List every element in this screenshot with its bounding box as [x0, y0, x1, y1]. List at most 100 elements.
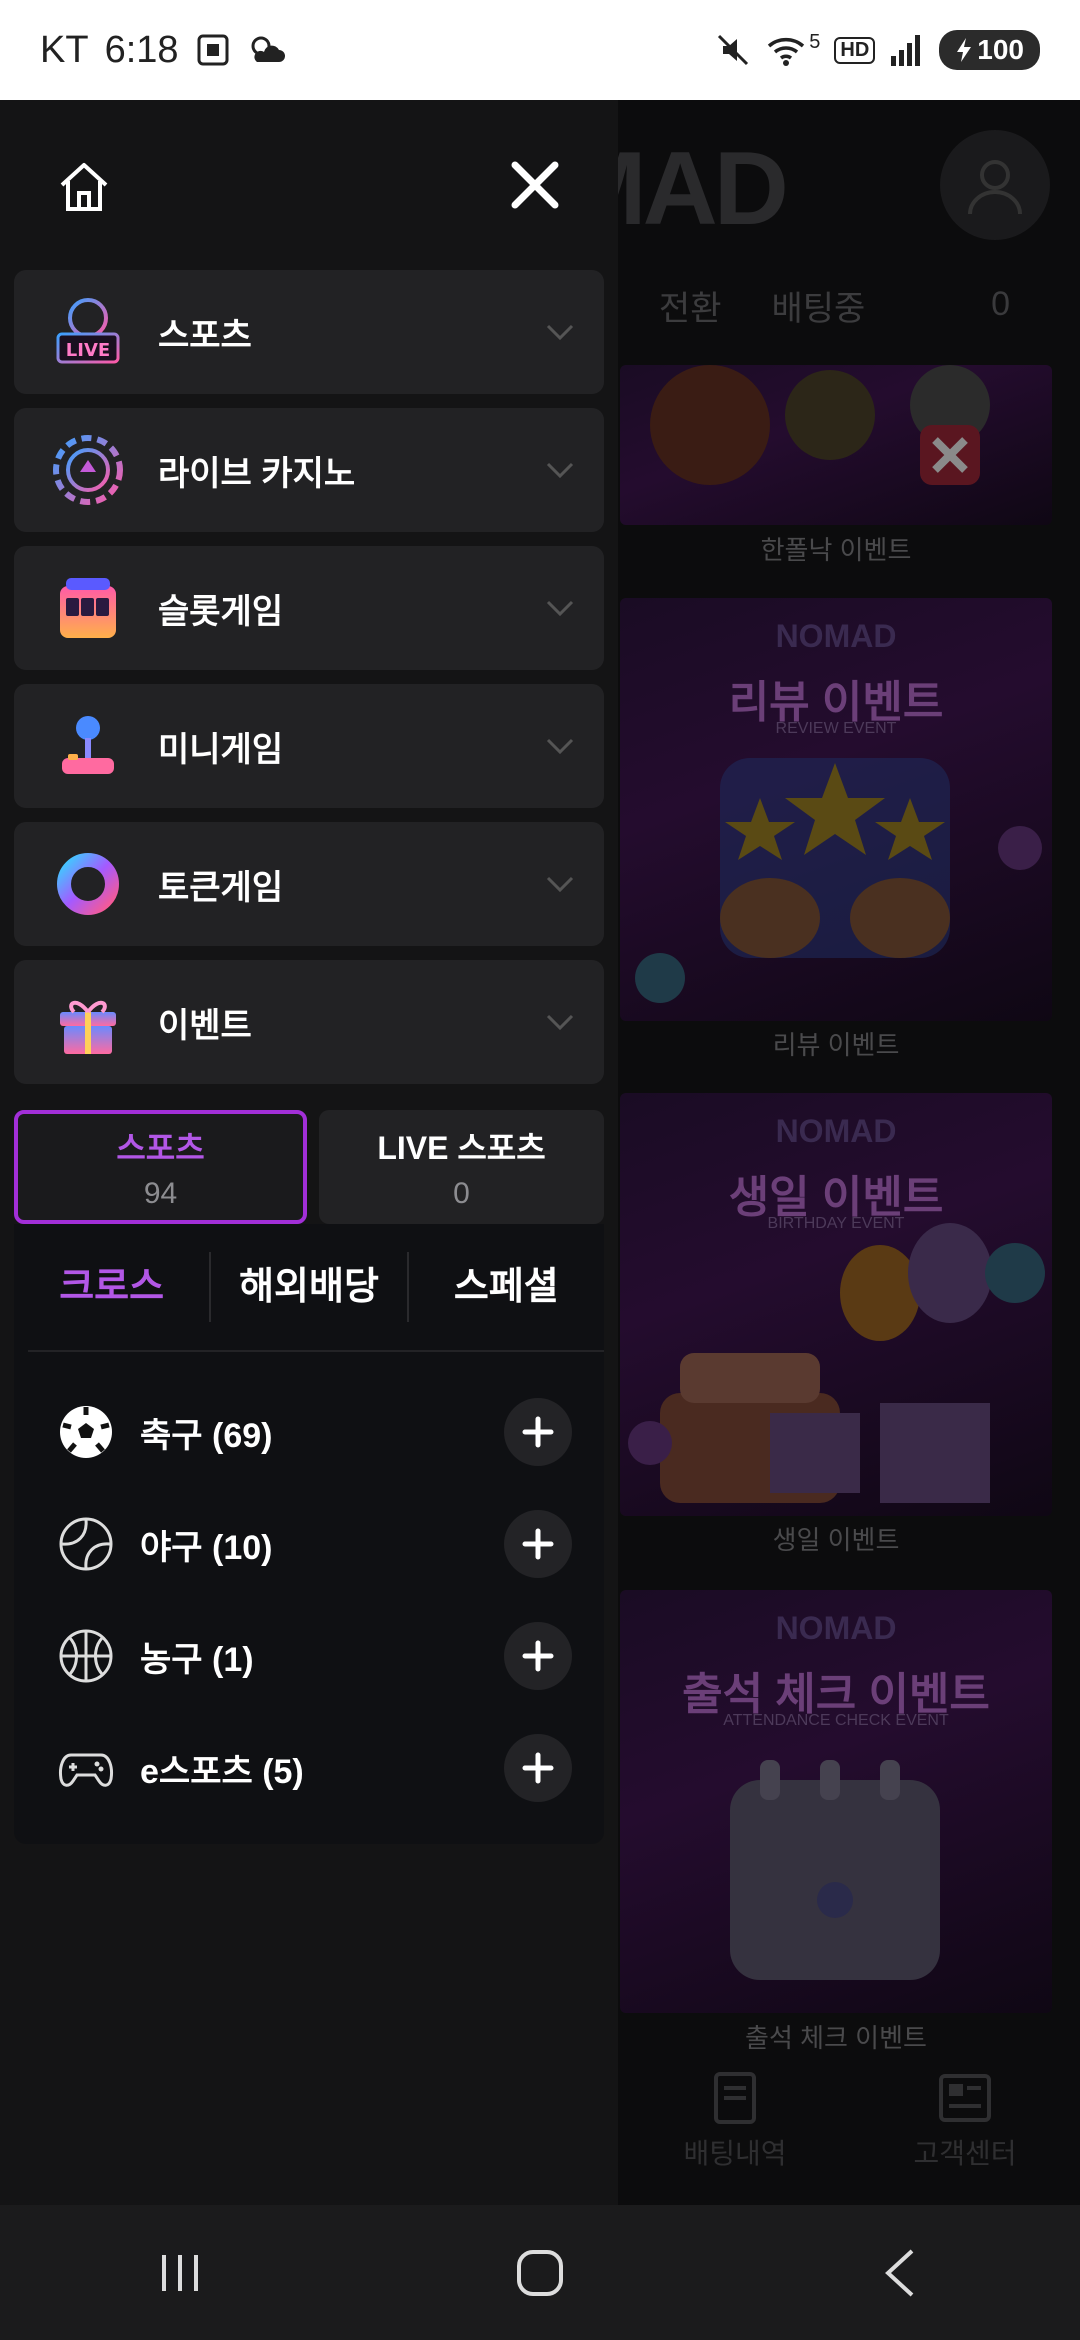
menu-item-label: 슬롯게임	[158, 592, 284, 631]
plus-icon	[522, 1640, 554, 1672]
sport-label: 농구 (1)	[140, 1640, 254, 1679]
screen: KT 6:18 5 HD 100 MAD 전환 배팅중 0 한폴낙 이벤트 NO…	[0, 0, 1080, 2340]
menu-item-live-casino[interactable]: 라이브 카지노	[14, 408, 604, 532]
home-circle-icon	[517, 2249, 563, 2296]
divider	[28, 1350, 604, 1352]
event-banner: NOMAD 생일 이벤트 BIRTHDAY EVENT	[620, 1093, 1052, 1516]
side-drawer: LIVE 스포츠 라이브 카지노 슬롯게임 미니게임 토큰게임 이벤트 스포츠 …	[0, 100, 618, 2205]
calendar-image	[730, 1760, 940, 1980]
bg-nav-history: 배팅내역	[683, 2070, 787, 2205]
bg-tab: 전환	[658, 289, 722, 328]
tab-count: 0	[453, 1177, 470, 1210]
menu-item-label: 미니게임	[158, 730, 284, 769]
tab-label: 스포츠	[116, 1130, 205, 1166]
menu-item-events[interactable]: 이벤트	[14, 960, 604, 1084]
baseball-icon	[56, 1514, 116, 1574]
screenshot-icon	[195, 32, 231, 68]
event-banner	[620, 365, 1052, 525]
home-button[interactable]	[52, 155, 116, 219]
close-button[interactable]	[505, 155, 565, 215]
wifi-icon	[765, 32, 809, 68]
bg-nav-label: 배팅내역	[683, 2138, 787, 2169]
sport-tabs: 스포츠 94 LIVE 스포츠 0	[14, 1110, 604, 1224]
recent-apps-button[interactable]	[120, 2233, 240, 2313]
charging-bolt-icon	[957, 38, 972, 62]
menu-item-sports[interactable]: LIVE 스포츠	[14, 270, 604, 394]
plus-icon	[522, 1416, 554, 1448]
expand-button[interactable]	[504, 1622, 572, 1690]
gift-icon	[52, 986, 124, 1058]
event-caption: 출석 체크 이벤트	[745, 2023, 927, 2053]
subtab-special[interactable]: 스페셜	[409, 1252, 604, 1322]
recent-apps-icon	[162, 2254, 198, 2291]
menu-item-label: 스포츠	[158, 316, 252, 355]
tab-sports[interactable]: 스포츠 94	[14, 1110, 307, 1224]
expand-button[interactable]	[504, 1510, 572, 1578]
sports-balls-image	[650, 365, 990, 485]
receipt-icon	[713, 2072, 756, 2124]
battery-indicator: 100	[939, 30, 1040, 70]
subtab-overseas-odds[interactable]: 해외배당	[211, 1252, 409, 1322]
battery-level: 100	[977, 34, 1024, 65]
menu-item-token-games[interactable]: 토큰게임	[14, 822, 604, 946]
menu-item-slot-games[interactable]: 슬롯게임	[14, 546, 604, 670]
chevron-down-icon	[542, 314, 578, 350]
status-bar-left: KT 6:18	[40, 29, 287, 72]
expand-button[interactable]	[504, 1734, 572, 1802]
sport-row-soccer[interactable]: 축구 (69)	[14, 1382, 604, 1482]
chevron-down-icon	[542, 1004, 578, 1040]
weather-icon	[247, 32, 287, 68]
news-icon	[938, 2074, 991, 2122]
event-banner: NOMAD 출석 체크 이벤트 ATTENDANCE CHECK EVENT	[620, 1590, 1052, 2013]
bg-tab-count: 0	[991, 285, 1010, 323]
menu-item-label: 이벤트	[158, 1006, 252, 1045]
review-stars-image	[635, 758, 1042, 1003]
event-banner: NOMAD 리뷰 이벤트 REVIEW EVENT	[620, 598, 1052, 1021]
home-icon	[60, 163, 108, 211]
plus-icon	[522, 1528, 554, 1560]
sport-label: 축구 (69)	[140, 1416, 273, 1455]
event-caption: 생일 이벤트	[772, 1525, 900, 1555]
bg-tab: 배팅중	[771, 289, 866, 328]
menu-item-label: 토큰게임	[158, 868, 284, 907]
clock: 6:18	[104, 28, 179, 71]
birthday-cake-image	[628, 1223, 1045, 1503]
soccer-ball-icon	[56, 1402, 116, 1462]
sport-row-esports[interactable]: e스포츠 (5)	[14, 1718, 604, 1818]
subtab-cross[interactable]: 크로스	[14, 1252, 212, 1322]
bg-nav-label: 고객센터	[913, 2138, 1017, 2169]
wifi-band-label: 5	[809, 30, 821, 53]
sport-label: 야구 (10)	[140, 1528, 273, 1567]
sport-row-baseball[interactable]: 야구 (10)	[14, 1494, 604, 1594]
menu-item-label: 라이브 카지노	[158, 454, 356, 493]
casino-chip-icon	[52, 434, 124, 506]
home-nav-button[interactable]	[480, 2233, 600, 2313]
joystick-icon	[52, 710, 124, 782]
back-button[interactable]	[840, 2233, 960, 2313]
expand-button[interactable]	[504, 1398, 572, 1466]
tab-live-sports[interactable]: LIVE 스포츠 0	[319, 1110, 604, 1224]
system-nav-bar	[0, 2205, 1080, 2340]
sport-row-basketball[interactable]: 농구 (1)	[14, 1606, 604, 1706]
tab-label: LIVE 스포츠	[377, 1130, 546, 1166]
basketball-icon	[56, 1626, 116, 1686]
chevron-down-icon	[542, 452, 578, 488]
svg-text:LIVE: LIVE	[66, 340, 110, 361]
back-icon	[885, 2249, 914, 2296]
live-sports-icon: LIVE	[52, 296, 124, 368]
chevron-down-icon	[542, 866, 578, 902]
drawer-header	[0, 100, 618, 270]
event-caption: 한폴낙 이벤트	[760, 535, 912, 565]
status-bar-right: 5 HD 100	[715, 30, 1040, 70]
close-icon	[511, 161, 559, 209]
menu-item-mini-games[interactable]: 미니게임	[14, 684, 604, 808]
plus-icon	[522, 1752, 554, 1784]
signal-icon	[889, 32, 925, 68]
gamepad-icon	[56, 1738, 116, 1798]
sports-panel: 크로스 해외배당 스페셜 축구 (69) 야구 (10) 농구 (1) e스포츠…	[14, 1224, 604, 1844]
chevron-down-icon	[542, 728, 578, 764]
token-ring-icon	[52, 848, 124, 920]
mute-icon	[715, 32, 751, 68]
sub-tabs: 크로스 해외배당 스페셜	[14, 1252, 604, 1322]
slot-machine-icon	[52, 572, 124, 644]
